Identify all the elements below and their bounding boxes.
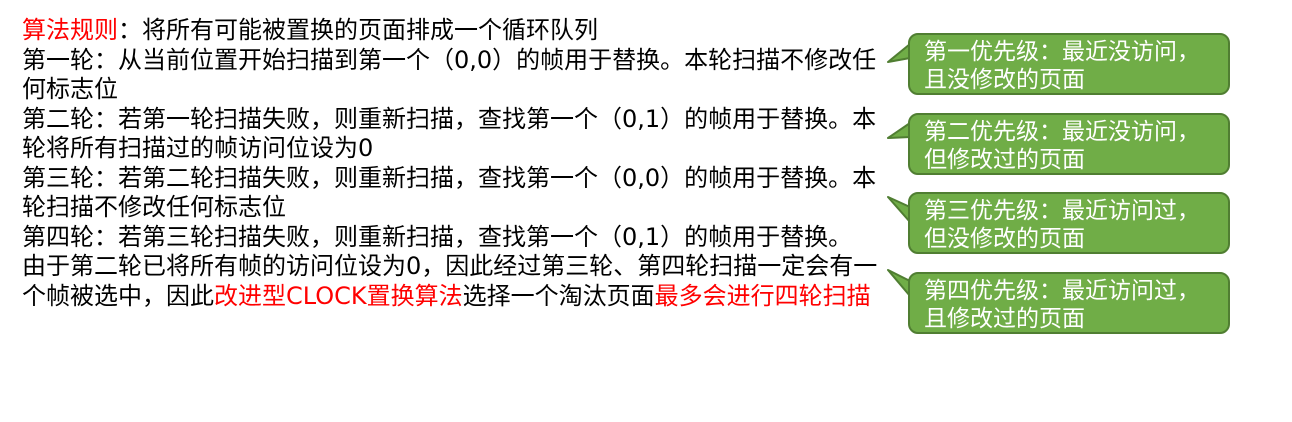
callout-3-pointer	[887, 196, 911, 223]
priority-3-callout: 第三优先级：最近访问过， 但没修改的页面	[908, 192, 1230, 254]
callout-4-pointer	[887, 269, 911, 297]
callout-2-pointer	[887, 122, 911, 139]
priority-4-line-1: 第四优先级：最近访问过，	[924, 278, 1200, 304]
priority-4-callout: 第四优先级：最近访问过， 且修改过的页面	[908, 272, 1230, 334]
priority-2-line-1: 第二优先级：最近没访问，	[924, 119, 1200, 145]
priority-4-line-2: 且修改过的页面	[924, 306, 1085, 332]
callout-1-pointer	[887, 43, 911, 63]
priority-3-line-1: 第三优先级：最近访问过，	[924, 198, 1200, 224]
priority-1-line-2: 且没修改的页面	[924, 67, 1085, 93]
priority-1-line-1: 第一优先级：最近没访问，	[924, 39, 1200, 65]
priority-3-line-2: 但没修改的页面	[924, 226, 1085, 252]
priority-2-callout: 第二优先级：最近没访问， 但修改过的页面	[908, 113, 1230, 175]
priority-2-line-2: 但修改过的页面	[924, 147, 1085, 173]
priority-1-callout: 第一优先级：最近没访问， 且没修改的页面	[908, 33, 1230, 95]
